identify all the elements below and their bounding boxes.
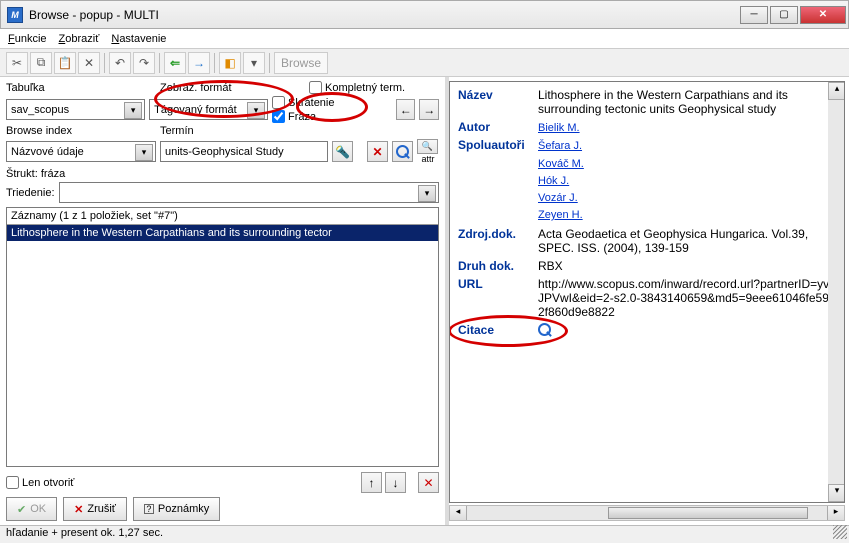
citace-label: Citace bbox=[458, 323, 538, 340]
menu-zobrazit[interactable]: Zobraziť bbox=[59, 33, 100, 45]
move-up-button[interactable]: ↑ bbox=[361, 472, 382, 493]
statusbar: hľadanie + present ok. 1,27 sec. bbox=[0, 525, 849, 543]
url-label: URL bbox=[458, 277, 538, 319]
coauthor-link[interactable]: Šefara J. bbox=[538, 140, 582, 152]
skratenie-label: Skrátenie bbox=[288, 97, 334, 109]
cut-icon[interactable]: ✂ bbox=[6, 52, 28, 74]
forward-icon[interactable]: → bbox=[188, 52, 210, 74]
close-button[interactable]: ✕ bbox=[800, 6, 846, 24]
coauthor-link[interactable]: Kováč M. bbox=[538, 158, 584, 170]
magnifier-icon bbox=[396, 145, 410, 159]
termin-lookup-button[interactable]: 🔦 bbox=[332, 141, 353, 162]
browse-index-label: Browse index bbox=[6, 125, 156, 137]
zobr-format-label: Zobraz. formát bbox=[160, 82, 305, 94]
autor-label: Autor bbox=[458, 120, 538, 134]
zdroj-value: Acta Geodaetica et Geophysica Hungarica.… bbox=[538, 227, 836, 255]
minimize-button[interactable]: ─ bbox=[740, 6, 768, 24]
browse-index-combo[interactable]: Názvové údaje bbox=[6, 141, 156, 162]
attr-button[interactable]: 🔍 bbox=[417, 139, 438, 154]
len-otvorit-label: Len otvoriť bbox=[22, 477, 74, 489]
records-row[interactable]: Lithosphere in the Western Carpathians a… bbox=[7, 225, 438, 241]
ok-button[interactable]: ✔OK bbox=[6, 497, 57, 521]
zdroj-label: Zdroj.dok. bbox=[458, 227, 538, 255]
titlebar: M Browse - popup - MULTI ─ ▢ ✕ bbox=[0, 0, 849, 29]
window-title: Browse - popup - MULTI bbox=[29, 8, 740, 22]
tabulka-label: Tabuľka bbox=[6, 82, 156, 94]
browse-button[interactable]: Browse bbox=[274, 52, 328, 74]
delete-icon[interactable]: ✕ bbox=[78, 52, 100, 74]
dropdown-icon[interactable]: ▾ bbox=[243, 52, 265, 74]
fraza-label: Fráza bbox=[288, 111, 316, 123]
tabulka-value: sav_scopus bbox=[11, 104, 69, 116]
move-down-button[interactable]: ↓ bbox=[385, 472, 406, 493]
kompletny-term-checkbox[interactable] bbox=[309, 81, 322, 94]
records-header: Záznamy (1 z 1 položiek, set "#7") bbox=[7, 208, 438, 225]
back-icon[interactable]: ⇐ bbox=[164, 52, 186, 74]
fraza-checkbox[interactable] bbox=[272, 110, 285, 123]
termin-input[interactable] bbox=[160, 141, 328, 162]
resize-grip[interactable] bbox=[833, 525, 847, 539]
tabulka-combo[interactable]: sav_scopus bbox=[6, 99, 145, 120]
kompletny-term-label: Kompletný term. bbox=[325, 82, 405, 94]
detail-panel: Název Lithosphere in the Western Carpath… bbox=[449, 81, 845, 503]
zobr-format-value: Tágovaný formát bbox=[154, 104, 237, 116]
toolbar: ✂ ⧉ 📋 ✕ ↶ ↷ ⇐ → ◧ ▾ Browse bbox=[0, 49, 849, 77]
len-otvorit-checkbox[interactable] bbox=[6, 476, 19, 489]
attr-label: attr bbox=[417, 154, 439, 164]
citace-search-icon[interactable] bbox=[538, 323, 552, 337]
left-pane: Tabuľka Zobraz. formát Kompletný term. s… bbox=[0, 77, 449, 525]
triedenie-combo[interactable] bbox=[59, 182, 439, 203]
clear-button[interactable]: ✕ bbox=[367, 141, 388, 162]
scrollbar-thumb[interactable] bbox=[608, 507, 808, 519]
next-char-button[interactable]: → bbox=[419, 99, 439, 120]
right-pane: Název Lithosphere in the Western Carpath… bbox=[449, 77, 849, 525]
menu-nastavenie[interactable]: Nastavenie bbox=[111, 33, 166, 45]
app-icon: M bbox=[7, 7, 23, 23]
cube-icon[interactable]: ◧ bbox=[219, 52, 241, 74]
undo-icon[interactable]: ↶ bbox=[109, 52, 131, 74]
search-button[interactable] bbox=[392, 141, 413, 162]
horizontal-scrollbar[interactable] bbox=[449, 505, 845, 521]
druh-value: RBX bbox=[538, 259, 836, 273]
zobr-format-combo[interactable]: Tágovaný formát bbox=[149, 99, 268, 120]
nazev-label: Název bbox=[458, 88, 538, 116]
prev-char-button[interactable]: ← bbox=[396, 99, 416, 120]
termin-label: Termín bbox=[160, 125, 439, 137]
copy-icon[interactable]: ⧉ bbox=[30, 52, 52, 74]
records-list[interactable]: Záznamy (1 z 1 položiek, set "#7") Litho… bbox=[6, 207, 439, 467]
menu-funkcie[interactable]: Funkcie bbox=[8, 33, 47, 45]
autor-link[interactable]: Bielik M. bbox=[538, 122, 580, 134]
notes-button[interactable]: ?Poznámky bbox=[133, 497, 220, 521]
strukt-label: Štrukt: fráza bbox=[6, 168, 439, 180]
paste-icon[interactable]: 📋 bbox=[54, 52, 76, 74]
cancel-button[interactable]: ✕Zrušiť bbox=[63, 497, 127, 521]
druh-label: Druh dok. bbox=[458, 259, 538, 273]
browse-index-value: Názvové údaje bbox=[11, 146, 84, 158]
spoluautori-label: Spoluautoři bbox=[458, 138, 538, 152]
coauthor-link[interactable]: Zeyen H. bbox=[538, 209, 583, 221]
skratenie-checkbox[interactable] bbox=[272, 96, 285, 109]
remove-button[interactable]: ✕ bbox=[418, 472, 439, 493]
redo-icon[interactable]: ↷ bbox=[133, 52, 155, 74]
menubar: Funkcie Zobraziť Nastavenie bbox=[0, 29, 849, 49]
coauthor-link[interactable]: Hók J. bbox=[538, 175, 569, 187]
url-value: http://www.scopus.com/inward/record.url?… bbox=[538, 277, 836, 319]
coauthor-link[interactable]: Vozár J. bbox=[538, 192, 578, 204]
nazev-value: Lithosphere in the Western Carpathians a… bbox=[538, 88, 836, 116]
maximize-button[interactable]: ▢ bbox=[770, 6, 798, 24]
vertical-scrollbar[interactable] bbox=[828, 82, 844, 502]
triedenie-label: Triedenie: bbox=[6, 187, 55, 199]
status-text: hľadanie + present ok. 1,27 sec. bbox=[6, 527, 163, 539]
